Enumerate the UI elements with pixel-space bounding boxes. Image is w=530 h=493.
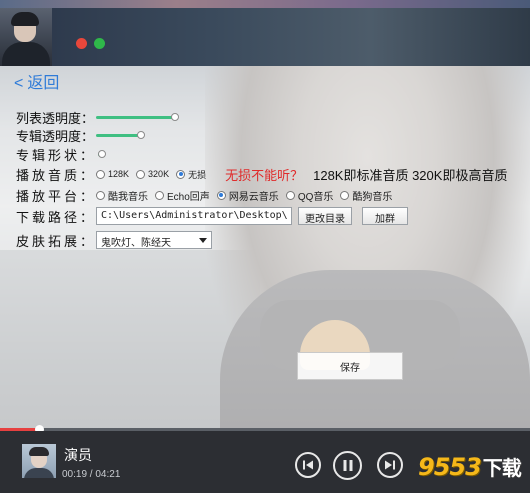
watermark-suffix: 下载 [482, 456, 522, 480]
pause-button[interactable] [333, 451, 362, 480]
platform-radio[interactable]: 酷狗音乐 [340, 188, 392, 203]
album-opacity-slider[interactable] [96, 130, 212, 140]
back-label: 返回 [27, 75, 60, 92]
radio-label: 无损 [188, 169, 207, 180]
skin-select-value: 鬼吹灯、陈经天 [101, 238, 172, 249]
slider-knob[interactable] [171, 113, 180, 121]
slider-fill [96, 116, 174, 119]
back-button[interactable]: < 返回 [14, 69, 59, 93]
radio-circle-icon [340, 190, 350, 200]
radio-label: 128K [108, 169, 130, 179]
platform-label: 播放平台： [16, 188, 97, 204]
radio-circle-icon [96, 190, 106, 200]
quality-radio[interactable]: 128K [96, 169, 129, 179]
slider-knob[interactable] [137, 131, 146, 139]
skip-previous-icon [303, 460, 313, 470]
skin-select[interactable]: 鬼吹灯、陈经天 [96, 231, 213, 249]
platform-radio[interactable]: Echo回声 [155, 188, 210, 203]
platform-row: 播放平台： 酷我音乐 Echo回声 网易云音乐 QQ音乐 酷狗音乐 [16, 186, 399, 204]
radio-circle-icon [285, 190, 295, 200]
download-label: 下载路径： [16, 209, 97, 225]
quality-hint: 128K即标准音质 320K即极高音质 [313, 167, 508, 183]
song-time: 00:19 / 04:21 [62, 469, 121, 480]
radio-label: 320K [148, 169, 170, 179]
radio-circle-icon [155, 190, 165, 200]
header-strip [0, 0, 530, 8]
download-path-field[interactable]: C:\Users\Administrator\Desktop\ [96, 207, 293, 225]
watermark-brand: 9553 [418, 453, 482, 481]
platform-options: 酷我音乐 Echo回声 网易云音乐 QQ音乐 酷狗音乐 [96, 188, 399, 203]
radio-label: 酷我音乐 [108, 191, 149, 203]
album-opacity-row: 专辑透明度： [16, 126, 212, 144]
header [0, 0, 530, 66]
list-opacity-label: 列表透明度： [16, 110, 95, 126]
radio-label: 酷狗音乐 [352, 191, 393, 203]
skip-next-icon [385, 460, 395, 470]
quality-radio[interactable]: 320K [136, 169, 169, 179]
download-row: 下载路径： C:\Users\Administrator\Desktop\ 更改… [16, 207, 409, 225]
list-opacity-slider[interactable] [96, 112, 192, 122]
album-cover[interactable] [22, 444, 56, 478]
radio-circle-icon [216, 190, 226, 200]
next-button[interactable] [377, 452, 403, 478]
radio-circle-icon [96, 169, 106, 179]
album-opacity-label: 专辑透明度： [16, 128, 95, 144]
back-arrow-icon: < [14, 75, 24, 92]
chevron-down-icon [199, 238, 208, 243]
app-window: < 返回 列表透明度： 专辑透明度： 专辑形状： 播放音质： 128K 320K 无损… [0, 0, 530, 493]
album-shape-slider[interactable] [98, 149, 118, 159]
quality-options: 128K 320K 无损 [96, 167, 213, 182]
close-dot-button[interactable] [76, 38, 87, 49]
album-shape-row: 专辑形状： [16, 145, 118, 163]
list-opacity-row: 列表透明度： [16, 108, 192, 126]
previous-button[interactable] [295, 452, 321, 478]
skin-row: 皮肤拓展： 鬼吹灯、陈经天 [16, 231, 213, 249]
change-directory-button[interactable]: 更改目录 [298, 207, 353, 225]
slider-knob[interactable] [98, 150, 107, 158]
slider-fill [96, 134, 140, 137]
artist-avatar [0, 8, 52, 66]
platform-radio[interactable]: 酷我音乐 [96, 188, 148, 203]
radio-circle-icon [176, 169, 186, 179]
radio-label: QQ音乐 [297, 191, 334, 203]
maximize-dot-button[interactable] [94, 38, 105, 49]
quality-row: 播放音质： 128K 320K 无损 无损不能听？ 128K即标准音质 320K即极… [16, 165, 507, 183]
save-button[interactable]: 保存 [297, 352, 403, 380]
pause-icon [343, 460, 352, 471]
radio-circle-icon [136, 169, 146, 179]
quality-radio[interactable]: 无损 [176, 168, 206, 181]
radio-label: 网易云音乐 [228, 191, 279, 203]
lossless-help-link[interactable]: 无损不能听？ [225, 165, 303, 184]
quality-label: 播放音质： [16, 167, 97, 183]
join-group-button[interactable]: 加群 [362, 207, 409, 225]
platform-radio[interactable]: 网易云音乐 [216, 188, 279, 203]
album-shape-label: 专辑形状： [16, 147, 97, 163]
skin-label: 皮肤拓展： [16, 233, 97, 249]
watermark-logo: 9553 下载 [418, 452, 522, 481]
radio-label: Echo回声 [167, 191, 210, 203]
song-title: 演员 [64, 447, 92, 463]
platform-radio[interactable]: QQ音乐 [285, 188, 334, 203]
